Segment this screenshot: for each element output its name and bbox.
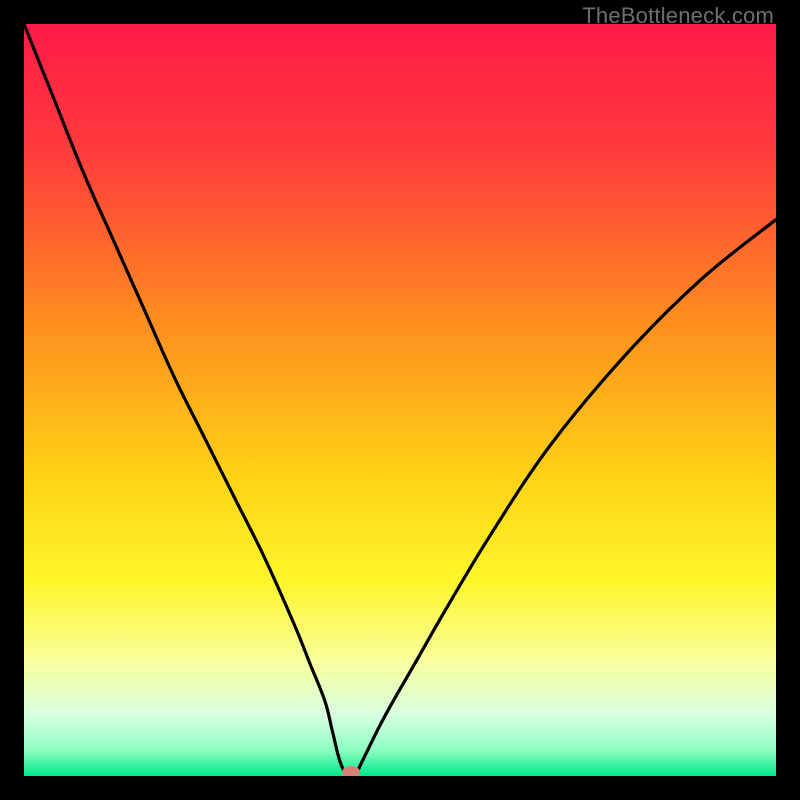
chart-svg [24, 24, 776, 776]
watermark-text: TheBottleneck.com [582, 3, 774, 29]
gradient-background [24, 24, 776, 776]
chart-frame [24, 24, 776, 776]
